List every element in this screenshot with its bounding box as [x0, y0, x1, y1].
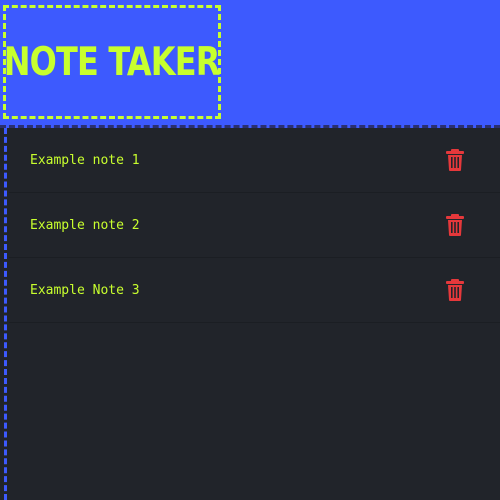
trash-icon[interactable] [445, 214, 465, 236]
note-taker-page: Note Taker Example note 1 Example note 2 [0, 0, 500, 500]
note-list: Example note 1 Example note 2 Example No… [9, 128, 500, 323]
note-title[interactable]: Example note 2 [30, 193, 140, 258]
trash-icon[interactable] [445, 149, 465, 171]
header: Note Taker [0, 0, 500, 128]
note-title[interactable]: Example Note 3 [30, 258, 140, 323]
list-item[interactable]: Example Note 3 [9, 258, 500, 323]
list-item[interactable]: Example note 2 [9, 193, 500, 258]
app-title: Note Taker [4, 39, 221, 85]
brand-link[interactable]: Note Taker [3, 5, 221, 119]
notes-panel: Example note 1 Example note 2 Example No… [0, 128, 500, 500]
list-item[interactable]: Example note 1 [9, 128, 500, 193]
divider [4, 128, 7, 500]
trash-icon[interactable] [445, 279, 465, 301]
note-title[interactable]: Example note 1 [30, 128, 140, 193]
